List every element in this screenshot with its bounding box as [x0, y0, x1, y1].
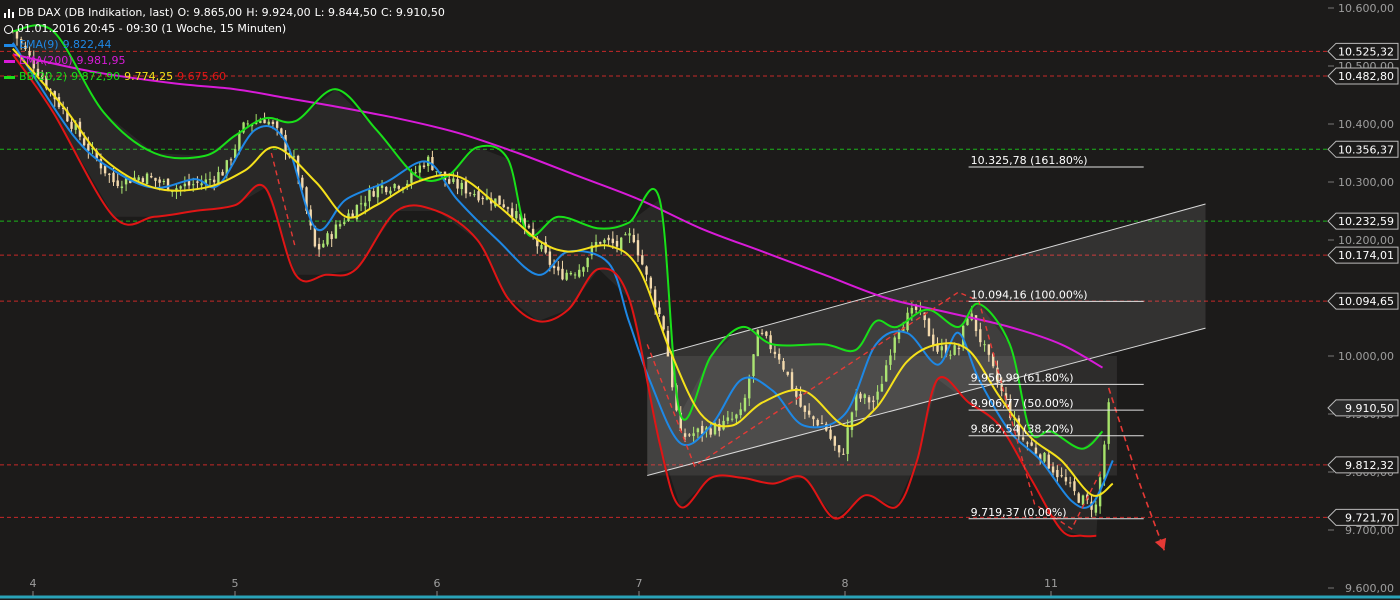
price-tag-6: 9.812,32: [1327, 456, 1399, 474]
x-tick-label-2: 6: [434, 577, 441, 590]
bb-swatch: [4, 75, 15, 79]
fib-label-2: 9.950,99 (61.80%): [971, 371, 1074, 384]
legend-period-row: 01.01.2016 20:45 - 09:30 (1 Woche, 15 Mi…: [4, 21, 445, 37]
legend-ema200-label: EMA(200): [19, 54, 73, 67]
y-tick-label-9: 9.600,00: [1345, 582, 1394, 595]
legend-bb-label: BB(20,2): [19, 70, 68, 83]
x-tick-label-4: 8: [842, 577, 849, 590]
y-tick-label-3: 10.300,00: [1338, 176, 1394, 189]
candle-body-259: [1107, 402, 1110, 444]
price-tag-1-text: 10.482,80: [1338, 70, 1394, 83]
legend-instrument-row: DB DAX (DB Indikation, last) O: 9.865,00…: [4, 5, 445, 21]
legend-ema9-row: EMA(9) 9.822,44: [4, 37, 445, 53]
legend-low: L: 9.844,50: [314, 6, 377, 19]
price-chart[interactable]: 10.325,78 (161.80%) 10.094,16 (100.00%) 9.…: [0, 0, 1400, 600]
legend-ema200-row: EMA(200) 9.981,95: [4, 53, 445, 69]
price-tag-5-text: 10.094,65: [1338, 295, 1394, 308]
candle-body-96: [414, 172, 417, 174]
fib-label-1: 10.094,16 (100.00%): [971, 288, 1088, 301]
chart-legend: DB DAX (DB Indikation, last) O: 9.865,00…: [4, 5, 445, 85]
price-tag-4-text: 10.174,01: [1338, 249, 1394, 262]
candle-body-213: [910, 307, 914, 314]
candle-body-98: [422, 165, 426, 168]
price-tag-3-text: 10.232,59: [1338, 215, 1394, 228]
candle-body-258: [1103, 444, 1106, 480]
legend-close: C: 9.910,50: [380, 6, 445, 19]
ema200-swatch: [4, 59, 15, 63]
candle-body-123: [527, 225, 531, 228]
candle-body-97: [418, 165, 422, 173]
x-tick-label-1: 5: [232, 577, 239, 590]
price-tag-0-text: 10.525,32: [1338, 45, 1394, 58]
price-tag-2: 10.356,37: [1327, 140, 1399, 158]
legend-high: H: 9.924,00: [246, 6, 311, 19]
legend-open: O: 9.865,00: [177, 6, 243, 19]
x-tick-label-3: 7: [636, 577, 643, 590]
legend-period: 01.01.2016 20:45 - 09:30 (1 Woche, 15 Mi…: [17, 22, 287, 35]
fib-label-5: 9.719,37 (0.00%): [971, 506, 1067, 519]
legend-instrument: DB DAX (DB Indikation, last): [18, 6, 174, 19]
fib-label-0: 10.325,78 (161.80%): [971, 154, 1088, 167]
price-tag-4: 10.174,01: [1327, 246, 1399, 264]
legend-ema200-value: 9.981,95: [76, 54, 126, 67]
legend-bb-mid: 9.774,25: [124, 70, 174, 83]
price-tag-0: 10.525,32: [1327, 42, 1399, 60]
price-tag-5: 10.094,65: [1327, 292, 1399, 310]
legend-bb-row: BB(20,2) 9.872,90 9.774,25 9.675,60: [4, 69, 445, 85]
legend-bb-lower: 9.675,60: [177, 70, 227, 83]
candle-body-56: [246, 123, 249, 125]
y-tick-label-5: 10.000,00: [1338, 350, 1394, 363]
fib-label-4: 9.862,54 (38.20%): [971, 423, 1074, 436]
legend-ema9-value: 9.822,44: [62, 38, 112, 51]
y-tick-label-4: 10.200,00: [1338, 234, 1394, 247]
last-price-tag-text: 9.910,50: [1345, 402, 1394, 415]
legend-ema9-label: EMA(9): [19, 38, 59, 51]
x-tick-label-5: 11: [1044, 577, 1058, 590]
legend-bb-upper: 9.872,90: [71, 70, 121, 83]
price-tag-7-text: 9.721,70: [1345, 511, 1394, 524]
price-tag-7: 9.721,70: [1327, 508, 1399, 526]
clock-icon: [4, 24, 13, 34]
candle-body-179: [765, 331, 768, 336]
x-tick-label-0: 4: [30, 577, 37, 590]
bar-chart-icon: [4, 8, 14, 18]
price-tag-6-text: 9.812,32: [1345, 459, 1394, 472]
y-tick-label-2: 10.400,00: [1338, 118, 1394, 131]
last-price-tag: 9.910,50: [1327, 399, 1399, 417]
candle-body-178: [760, 332, 764, 334]
y-tick-label-0: 10.600,00: [1338, 2, 1394, 15]
fib-label-3: 9.906,77 (50.00%): [971, 397, 1074, 410]
ema9-swatch: [4, 43, 15, 47]
price-tag-3: 10.232,59: [1327, 212, 1399, 230]
price-tag-1: 10.482,80: [1327, 67, 1399, 85]
price-tag-2-text: 10.356,37: [1338, 143, 1394, 156]
y-tick-label-8: 9.700,00: [1345, 524, 1394, 537]
